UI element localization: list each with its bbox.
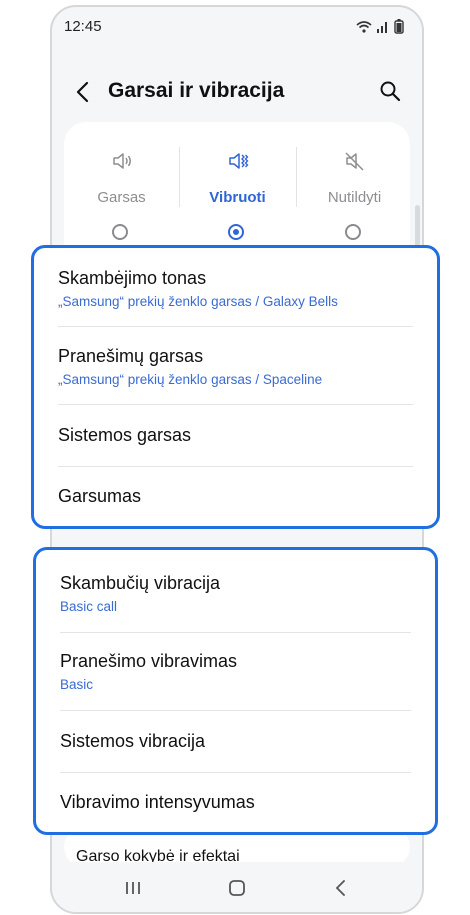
item-title: Sistemos vibracija — [60, 731, 206, 751]
item-title: Skambučių vibracija — [60, 573, 221, 593]
mode-radio[interactable] — [345, 224, 361, 240]
item-title: Vibravimo intensyvumas — [60, 792, 255, 812]
wifi-icon — [356, 20, 372, 33]
notification-sound-item[interactable]: Pranešimų garsas „Samsung“ prekių ženklo… — [58, 346, 417, 387]
status-bar: 12:45 — [52, 7, 422, 47]
system-vibration-item[interactable]: Sistemos vibracija — [60, 731, 415, 752]
mode-label: Vibruoti — [209, 189, 266, 206]
search-icon[interactable] — [378, 79, 402, 103]
navigation-bar — [52, 862, 422, 912]
item-title: Garsumas — [58, 486, 142, 506]
vibration-settings-group: Skambučių vibracija Basic call Pranešimo… — [33, 547, 438, 835]
item-title: Pranešimų garsas — [58, 346, 204, 366]
divider — [60, 632, 411, 633]
system-sound-item[interactable]: Sistemos garsas — [58, 425, 417, 446]
app-header: Garsai ir vibracija — [52, 67, 422, 119]
signal-icon — [377, 21, 387, 33]
divider — [60, 710, 411, 711]
back-nav-icon[interactable] — [329, 876, 353, 900]
volume-item[interactable]: Garsumas — [58, 486, 417, 507]
divider — [58, 466, 413, 467]
recent-apps-icon[interactable] — [121, 876, 145, 900]
mute-icon — [345, 152, 364, 171]
vibration-intensity-item[interactable]: Vibravimo intensyvumas — [60, 792, 415, 813]
mode-radio-selected[interactable] — [228, 224, 244, 240]
status-icons — [356, 19, 404, 34]
home-icon[interactable] — [225, 876, 249, 900]
page-title: Garsai ir vibracija — [108, 79, 285, 102]
notification-vibration-item[interactable]: Pranešimo vibravimas Basic — [60, 651, 415, 692]
item-subtitle: Basic call — [60, 599, 118, 614]
item-subtitle: Basic — [60, 677, 94, 692]
item-subtitle: „Samsung“ prekių ženklo garsas / Spaceli… — [58, 372, 323, 387]
item-title: Sistemos garsas — [58, 425, 192, 445]
battery-icon — [394, 19, 404, 34]
ringtone-item[interactable]: Skambėjimo tonas „Samsung“ prekių ženklo… — [58, 268, 417, 309]
item-title: Skambėjimo tonas — [58, 268, 207, 288]
divider — [58, 326, 413, 327]
item-title: Pranešimo vibravimas — [60, 651, 238, 671]
call-vibration-item[interactable]: Skambučių vibracija Basic call — [60, 573, 415, 614]
mode-radio[interactable] — [112, 224, 128, 240]
mode-label: Nutildyti — [327, 189, 382, 206]
item-subtitle: „Samsung“ prekių ženklo garsas / Galaxy … — [58, 294, 338, 309]
divider — [58, 404, 413, 405]
vibrate-icon — [229, 153, 249, 169]
divider — [60, 772, 411, 773]
mode-label: Garsas — [97, 189, 146, 206]
back-arrow-icon[interactable] — [70, 77, 96, 107]
status-time: 12:45 — [64, 18, 102, 35]
speaker-icon — [113, 153, 131, 169]
sound-settings-group: Skambėjimo tonas „Samsung“ prekių ženklo… — [31, 245, 440, 529]
